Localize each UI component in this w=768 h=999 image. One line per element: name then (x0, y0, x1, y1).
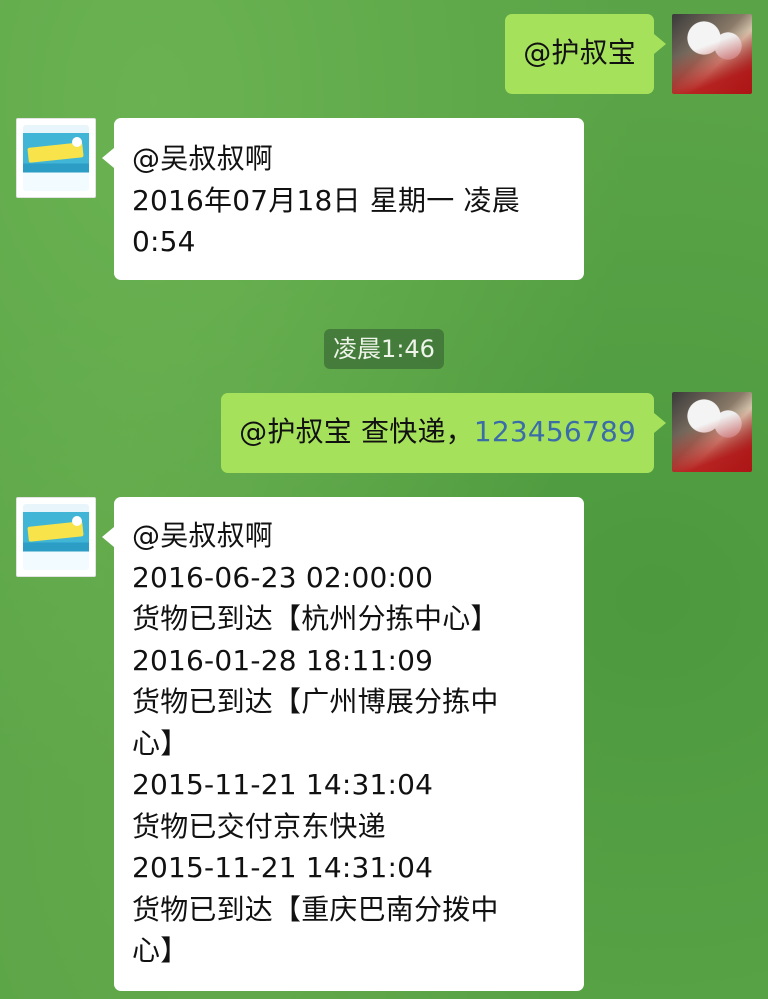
tracking-status: 货物已到达【杭州分拣中心】 (132, 602, 499, 635)
tracking-status: 货物已到达【重庆巴南分拨中 (132, 892, 499, 926)
bot-avatar[interactable] (16, 118, 96, 198)
package-icon (23, 504, 89, 570)
incoming-message-bubble[interactable]: @吴叔叔啊 2016年07月18日 星期一 凌晨 0:54 (102, 118, 584, 280)
message-text: @护叔宝 查快递， (239, 415, 474, 448)
message-line: @吴叔叔啊 (132, 142, 274, 175)
tracking-timestamp: 2016-01-28 18:11:09 (132, 643, 434, 677)
tracking-status: 心】 (132, 726, 189, 760)
chat-timestamp: 凌晨1:46 (324, 329, 444, 369)
message-line: @吴叔叔啊 (132, 519, 274, 552)
incoming-message-bubble[interactable]: @吴叔叔啊 2016-06-23 02:00:00 货物已到达【杭州分拣中心】 … (102, 497, 584, 991)
bot-avatar[interactable] (16, 497, 96, 577)
tracking-timestamp: 2016-06-23 02:00:00 (132, 560, 434, 594)
user-avatar[interactable] (672, 14, 752, 94)
outgoing-message-bubble[interactable]: @护叔宝 查快递，123456789 (221, 393, 666, 473)
tracking-status: 货物已交付京东快递 (132, 809, 386, 843)
package-icon (23, 125, 89, 191)
message-line: 2016年07月18日 星期一 凌晨 (132, 183, 520, 217)
tracking-status: 货物已到达【广州博展分拣中 (132, 685, 499, 718)
tracking-number-link[interactable]: 123456789 (474, 415, 636, 448)
message-line: 0:54 (132, 225, 196, 258)
tracking-timestamp: 2015-11-21 14:31:04 (132, 768, 434, 801)
message-text: @护叔宝 (523, 36, 636, 69)
tracking-timestamp: 2015-11-21 14:31:04 (132, 851, 434, 884)
outgoing-message-bubble[interactable]: @护叔宝 (505, 14, 666, 94)
tracking-status: 心】 (132, 934, 189, 967)
user-avatar[interactable] (672, 392, 752, 472)
message-line: @护叔宝 查快递，123456789 (239, 411, 636, 453)
